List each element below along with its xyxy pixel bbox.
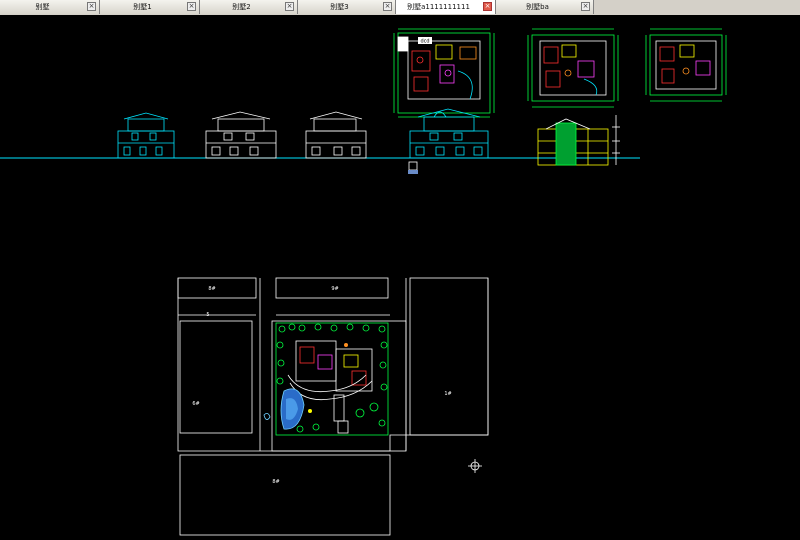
site-label-top-left: 8# [208, 286, 215, 292]
tab-bar-filler [594, 0, 800, 14]
site-label-right-big: 1# [444, 391, 451, 397]
tab-bieshu3[interactable]: 别墅3 × [298, 0, 396, 14]
tab-label: 别墅a1111111111 [407, 3, 470, 11]
tab-label: 别墅3 [330, 3, 349, 11]
close-icon[interactable]: × [187, 2, 196, 11]
tab-bieshu-a1111111111[interactable]: 别墅a1111111111 × [396, 0, 496, 14]
close-icon[interactable]: × [581, 2, 590, 11]
tab-label: 别墅ba [526, 3, 549, 11]
tab-bieshu[interactable]: 别墅 × [0, 0, 100, 14]
plan-badge: dcd [418, 37, 432, 45]
close-icon[interactable]: × [483, 2, 492, 11]
site-label-bottom: 8# [272, 479, 279, 485]
tab-bieshu-ba[interactable]: 别墅ba × [496, 0, 594, 14]
document-tab-bar: 别墅 × 别墅1 × 别墅2 × 别墅3 × 别墅a1111111111 × 别… [0, 0, 800, 16]
tab-label: 别墅2 [232, 3, 251, 11]
site-label-top-mid: 9# [331, 286, 338, 292]
site-road-mark: 5 [206, 312, 209, 318]
site-label-left-big: 6# [192, 401, 199, 407]
plan-badge-text: dcd [420, 39, 429, 45]
close-icon[interactable]: × [87, 2, 96, 11]
tab-bieshu2[interactable]: 别墅2 × [200, 0, 298, 14]
tab-label: 别墅1 [133, 3, 152, 11]
close-icon[interactable]: × [383, 2, 392, 11]
cad-drawing-canvas[interactable]: dcd 8# 9# 6# 1# 8# 5 [0, 15, 800, 540]
tab-label: 别墅 [35, 3, 50, 11]
close-icon[interactable]: × [285, 2, 294, 11]
tab-bieshu1[interactable]: 别墅1 × [100, 0, 200, 14]
